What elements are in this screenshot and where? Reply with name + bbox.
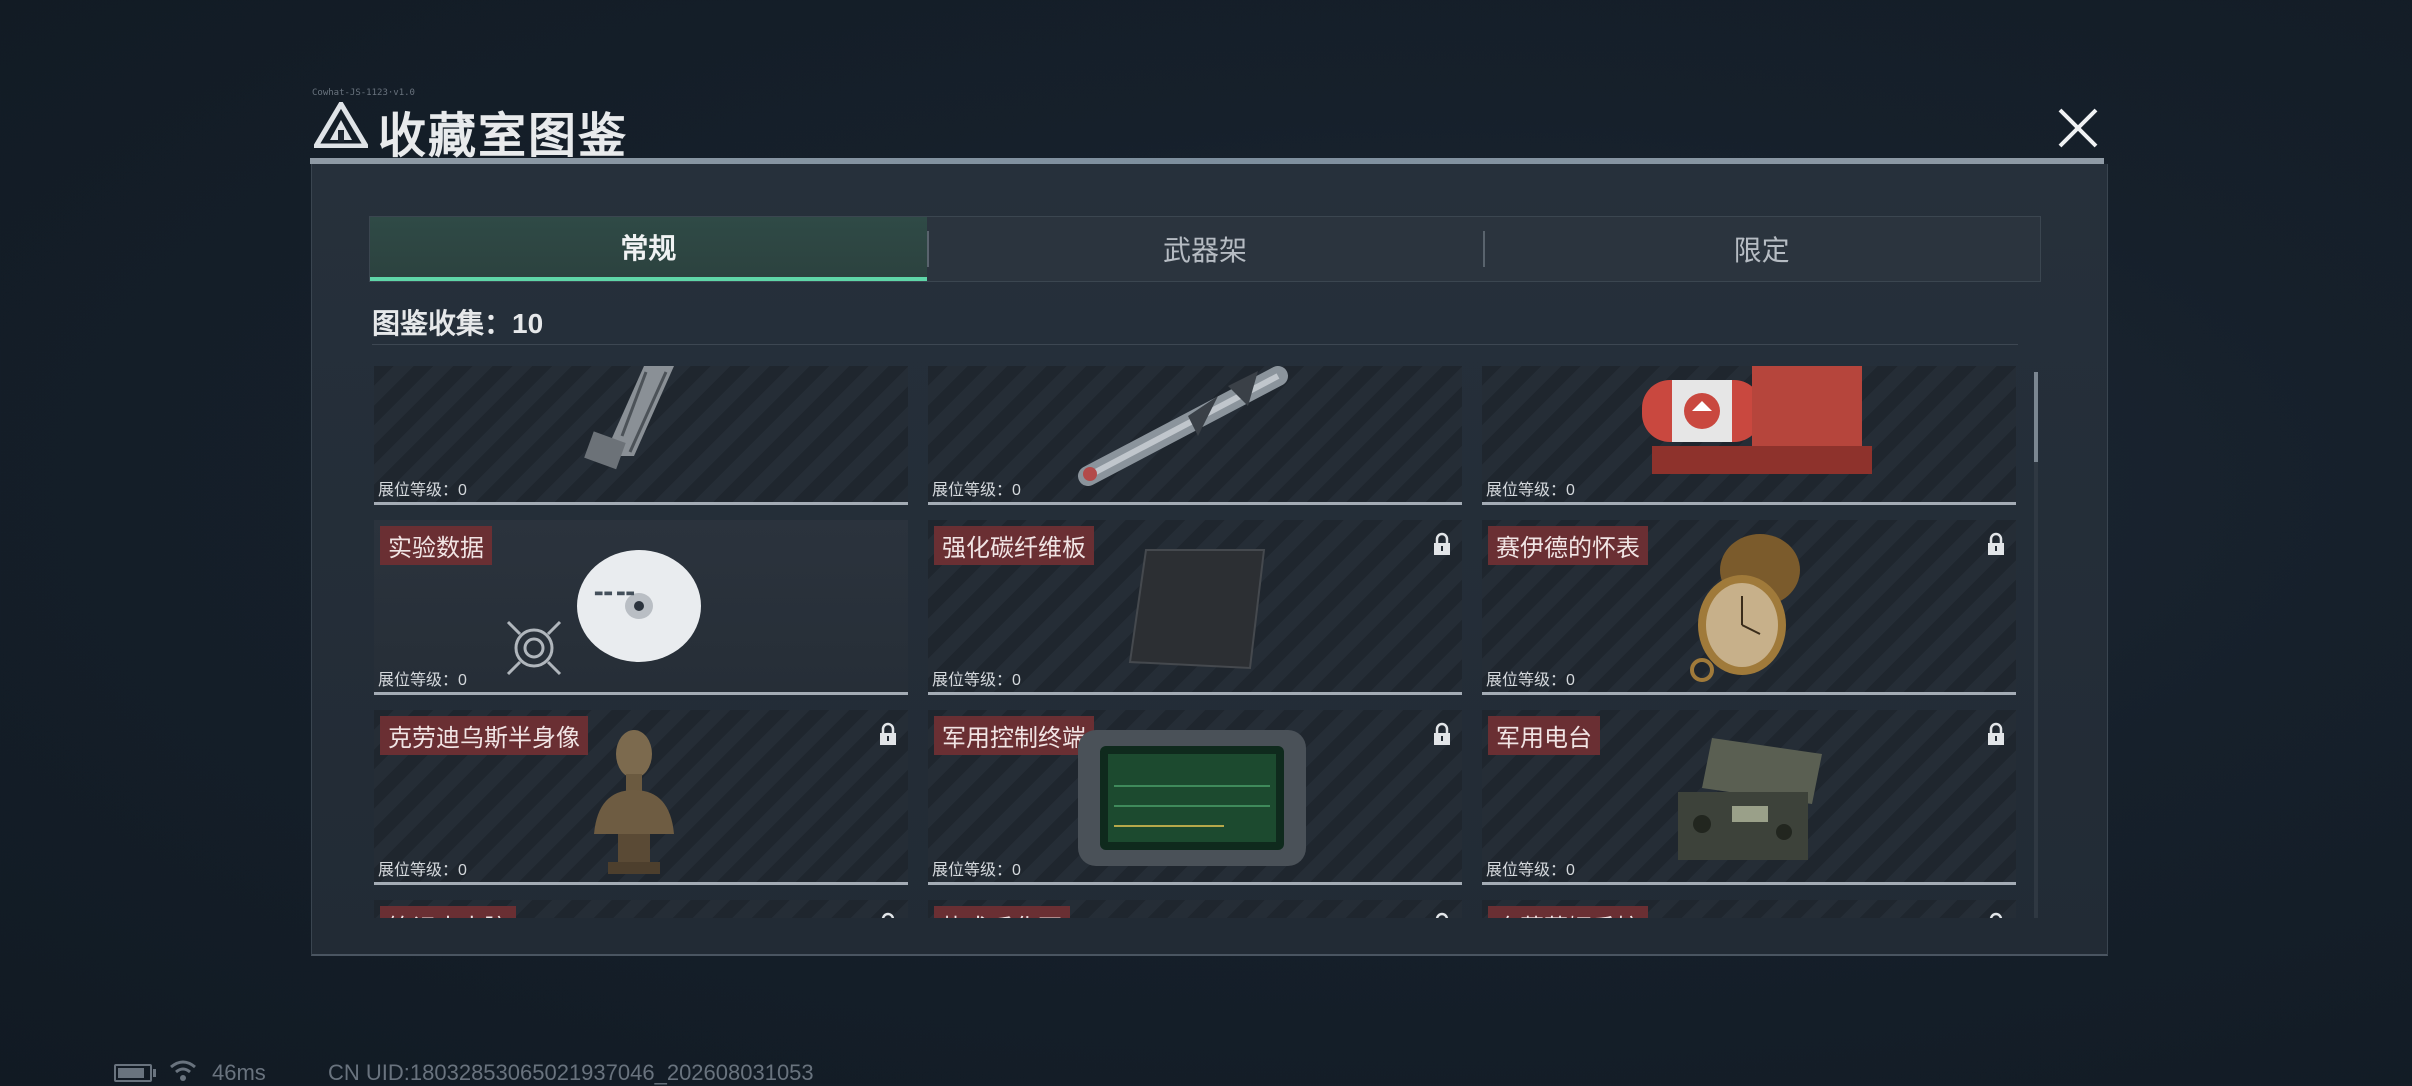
exhibit-level: 展位等级：0 (932, 482, 1021, 499)
lock-icon (881, 912, 895, 918)
collection-divider (372, 344, 2018, 345)
tab-bar: 常规 武器架 限定 (369, 216, 2041, 282)
ping-text: 46ms (212, 1060, 266, 1085)
lock-icon (1989, 912, 2003, 918)
item-name: 执术瓜化石 (934, 906, 1070, 918)
carbon-plate-icon (1128, 549, 1266, 670)
item-name: 奥莉薇娅香槟 (1488, 906, 1648, 918)
lock-icon (1434, 532, 1450, 555)
control-terminal-icon (1078, 730, 1306, 866)
tab-weapon-rack[interactable]: 武器架 (926, 217, 1484, 281)
item-name: 赛伊德的怀表 (1488, 526, 1648, 565)
uid-text: CN UID:1803285306502193704​6_20260803105… (328, 1060, 814, 1085)
exhibit-level: 展位等级：0 (378, 862, 467, 879)
disc-icon: ▬▬ ▬▬ (577, 550, 701, 662)
item-card[interactable]: 强化碳纤维板 展位等级：0 (928, 520, 1462, 695)
item-card[interactable]: 赛伊德的怀表 展位等级：0 (1482, 520, 2016, 695)
tab-regular[interactable]: 常规 (370, 217, 927, 281)
lock-icon (1988, 532, 2004, 555)
item-card[interactable]: 执术瓜化石 (928, 900, 1462, 918)
tab-limited[interactable]: 限定 (1483, 217, 2040, 281)
item-card[interactable]: 展位等级：0 (1482, 366, 2016, 505)
fuel-tank-icon (1642, 366, 1872, 474)
logo-icon (314, 102, 368, 148)
item-name: 笔记本电脑 (380, 906, 516, 918)
item-card[interactable]: 奥莉薇娅香槟 (1482, 900, 2016, 918)
item-grid[interactable]: 展位等级：0 展位等级：0 展位等级：0 实验数据 ▬▬ ▬▬ 展位等级：0 强… (374, 366, 2024, 918)
item-card[interactable]: 实验数据 ▬▬ ▬▬ 展位等级：0 (374, 520, 908, 695)
wifi-icon (170, 1060, 196, 1081)
close-icon[interactable] (2052, 102, 2104, 154)
exhibit-level: 展位等级：0 (378, 672, 467, 689)
lock-icon (1988, 722, 2004, 745)
bust-icon (594, 730, 674, 874)
item-name: 军用控制终端 (934, 716, 1094, 755)
exhibit-level: 展位等级：0 (1486, 672, 1575, 689)
item-card[interactable]: 笔记本电脑 (374, 900, 908, 918)
rifle-stock-icon (584, 366, 674, 470)
item-name: 强化碳纤维板 (934, 526, 1094, 565)
item-name: 军用电台 (1488, 716, 1600, 755)
exhibit-level: 展位等级：0 (1486, 482, 1575, 499)
item-name: 实验数据 (380, 526, 492, 565)
radio-icon (1678, 738, 1822, 860)
item-card[interactable]: 展位等级：0 (374, 366, 908, 505)
grid-scrollbar[interactable] (2034, 372, 2038, 918)
page-title: 收藏室图鉴 (378, 110, 629, 163)
lock-icon (1434, 722, 1450, 745)
exhibit-level: 展位等级：0 (932, 672, 1021, 689)
scroll-thumb[interactable] (2034, 372, 2038, 462)
header: 收藏室图鉴 (310, 92, 2110, 163)
item-card[interactable]: 展位等级：0 (928, 366, 1462, 505)
missile-icon (1078, 366, 1288, 486)
exhibit-level: 展位等级：0 (932, 862, 1021, 879)
lock-icon (880, 722, 896, 745)
lock-icon (1435, 912, 1449, 918)
item-card[interactable]: 军用控制终端 展位等级：0 (928, 710, 1462, 885)
item-name: 克劳迪乌斯半身像 (380, 716, 588, 755)
battery-icon (114, 1064, 156, 1082)
exhibit-level: 展位等级：0 (378, 482, 467, 499)
collection-count: 图鉴收集：10 (372, 308, 544, 339)
item-card[interactable]: 克劳迪乌斯半身像 展位等级：0 (374, 710, 908, 885)
battery-level (118, 1068, 144, 1078)
pocket-watch-icon (1690, 534, 1800, 682)
exhibit-level: 展位等级：0 (1486, 862, 1575, 879)
target-icon (506, 620, 562, 676)
svg-text:▬▬ ▬▬: ▬▬ ▬▬ (594, 588, 635, 599)
item-card[interactable]: 军用电台 展位等级：0 (1482, 710, 2016, 885)
